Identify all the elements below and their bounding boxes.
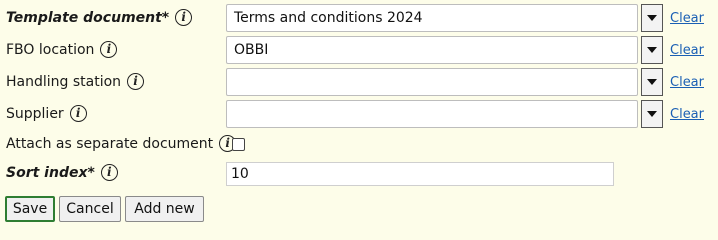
chevron-down-icon xyxy=(647,15,657,21)
supplier-dropdown-button[interactable] xyxy=(641,100,663,128)
template-document-dropdown-button[interactable] xyxy=(641,4,663,32)
save-button[interactable]: Save xyxy=(5,196,55,222)
cancel-button[interactable]: Cancel xyxy=(59,196,121,222)
fbo-location-label: FBO location xyxy=(6,41,95,58)
add-new-button[interactable]: Add new xyxy=(125,196,204,222)
attach-separate-label-group: Attach as separate document i xyxy=(6,135,237,152)
fbo-location-clear-link[interactable]: Clear xyxy=(670,43,704,58)
handling-station-select[interactable] xyxy=(226,68,638,96)
supplier-label: Supplier xyxy=(6,105,64,122)
handling-station-clear-link[interactable]: Clear xyxy=(670,75,704,90)
handling-station-label-group: Handling station i xyxy=(6,73,145,90)
handling-station-label: Handling station xyxy=(6,73,122,90)
template-document-label-group: Template document* i xyxy=(6,9,193,26)
info-icon[interactable]: i xyxy=(69,105,87,122)
info-icon[interactable]: i xyxy=(100,164,118,181)
info-icon[interactable]: i xyxy=(127,73,145,90)
sort-index-value: 10 xyxy=(231,166,249,182)
fbo-location-label-group: FBO location i xyxy=(6,41,118,58)
template-document-label: Template document* xyxy=(6,9,170,26)
template-document-value: Terms and conditions 2024 xyxy=(234,10,423,26)
template-document-select[interactable]: Terms and conditions 2024 xyxy=(226,4,638,32)
fbo-location-select[interactable]: OBBI xyxy=(226,36,638,64)
chevron-down-icon xyxy=(647,111,657,117)
fbo-location-dropdown-button[interactable] xyxy=(641,36,663,64)
sort-index-label: Sort index* xyxy=(6,164,95,181)
attach-separate-label: Attach as separate document xyxy=(6,135,214,152)
handling-station-dropdown-button[interactable] xyxy=(641,68,663,96)
attach-separate-checkbox[interactable] xyxy=(232,138,245,151)
sort-index-label-group: Sort index* i xyxy=(6,164,118,181)
chevron-down-icon xyxy=(647,79,657,85)
info-icon[interactable]: i xyxy=(100,41,118,58)
supplier-label-group: Supplier i xyxy=(6,105,87,122)
supplier-clear-link[interactable]: Clear xyxy=(670,107,704,122)
supplier-select[interactable] xyxy=(226,100,638,128)
fbo-location-value: OBBI xyxy=(234,42,269,58)
sort-index-input[interactable]: 10 xyxy=(226,162,614,186)
chevron-down-icon xyxy=(647,47,657,53)
template-document-clear-link[interactable]: Clear xyxy=(670,11,704,26)
info-icon[interactable]: i xyxy=(175,9,193,26)
